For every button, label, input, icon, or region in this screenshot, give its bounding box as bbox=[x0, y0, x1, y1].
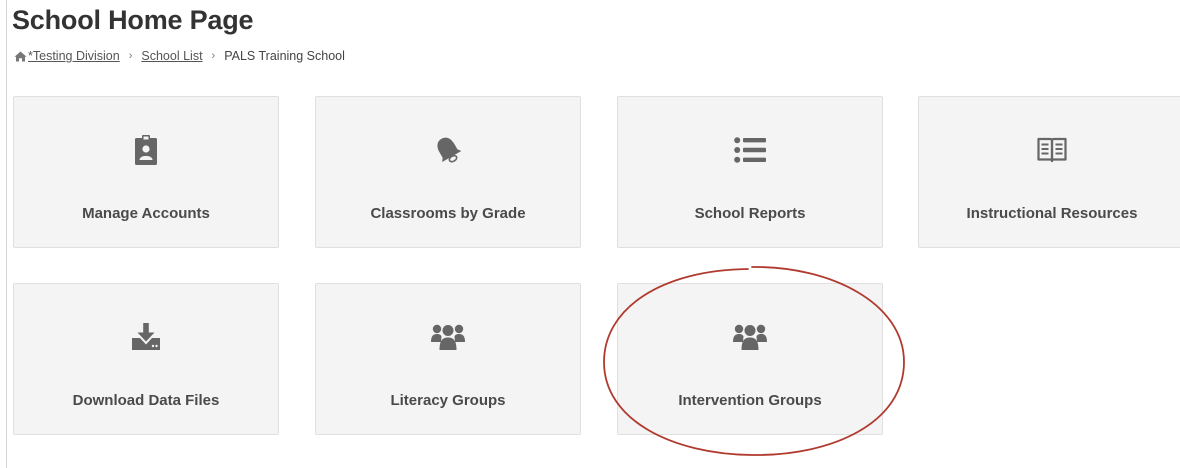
breadcrumb-link-school-list[interactable]: School List bbox=[141, 49, 202, 63]
breadcrumb-link-testing-division[interactable]: *Testing Division bbox=[28, 49, 120, 63]
tile-intervention-groups[interactable]: Intervention Groups bbox=[617, 283, 883, 435]
tile-classrooms-by-grade[interactable]: Classrooms by Grade bbox=[315, 96, 581, 248]
breadcrumb: *Testing Division › School List › PALS T… bbox=[14, 49, 345, 63]
page-left-border bbox=[6, 0, 7, 468]
tile-label: Literacy Groups bbox=[390, 392, 506, 409]
users-icon bbox=[733, 322, 767, 352]
bell-icon bbox=[431, 135, 465, 165]
users-icon bbox=[431, 322, 465, 352]
page-title: School Home Page bbox=[12, 5, 254, 35]
tile-school-reports[interactable]: School Reports bbox=[617, 96, 883, 248]
breadcrumb-separator: › bbox=[211, 50, 216, 62]
id-badge-icon bbox=[129, 135, 163, 165]
tile-label: School Reports bbox=[694, 205, 806, 222]
tile-label: Download Data Files bbox=[72, 392, 220, 409]
tile-label: Instructional Resources bbox=[966, 205, 1138, 222]
tile-instructional-resources[interactable]: Instructional Resources bbox=[918, 96, 1180, 248]
download-icon bbox=[129, 322, 163, 352]
tile-label: Classrooms by Grade bbox=[370, 205, 526, 222]
breadcrumb-current-school: PALS Training School bbox=[224, 49, 345, 63]
tile-literacy-groups[interactable]: Literacy Groups bbox=[315, 283, 581, 435]
tile-label: Intervention Groups bbox=[678, 392, 822, 409]
tile-manage-accounts[interactable]: Manage Accounts bbox=[13, 96, 279, 248]
tile-label: Manage Accounts bbox=[82, 205, 210, 222]
tile-download-data-files[interactable]: Download Data Files bbox=[13, 283, 279, 435]
breadcrumb-separator: › bbox=[128, 50, 133, 62]
book-icon bbox=[1035, 135, 1069, 165]
home-icon[interactable] bbox=[14, 51, 27, 62]
list-icon bbox=[733, 135, 767, 165]
